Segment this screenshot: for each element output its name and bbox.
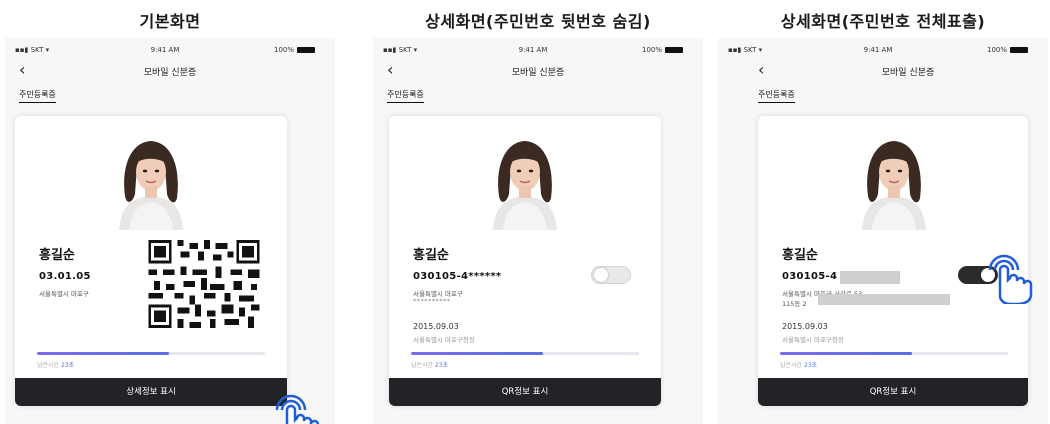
tap-hand-icon <box>275 394 320 424</box>
qr-code-icon <box>148 240 260 328</box>
show-qr-button[interactable]: QR정보 표시 <box>389 378 661 406</box>
card-address-line2: 115동 2 <box>782 300 807 308</box>
battery-icon: 100% <box>274 46 315 54</box>
status-time: 9:41 AM <box>518 46 548 54</box>
progress-fill <box>411 352 544 355</box>
tab-resident-card[interactable]: 주민등록증 <box>758 89 795 103</box>
panel-heading: 상세화면(주민번호 뒷번호 숨김) <box>425 12 651 31</box>
battery-icon: 100% <box>642 46 683 54</box>
time-progress-bar <box>780 352 1008 355</box>
id-photo <box>95 136 207 230</box>
panel-heading: 기본화면 <box>139 12 201 31</box>
panel-detail-full: 상세화면(주민번호 전체표출) ▪▪▮ SKT ▾ 9:41 AM 100% ‹… <box>718 0 1048 424</box>
progress-fill <box>780 352 913 355</box>
time-progress-bar <box>411 352 639 355</box>
redaction-block <box>818 294 950 305</box>
toggle-knob <box>594 268 608 282</box>
nav-title: 모바일 신분증 <box>511 68 565 78</box>
card-id-number: 030105-4****** <box>413 271 502 282</box>
phone-screen: ▪▪▮ SKT ▾ 9:41 AM 100% ‹ 모바일 신분증 주민등록증 홍… <box>373 38 703 424</box>
phone-screen: ▪▪▮ SKT ▾ 9:41 AM 100% ‹ 모바일 신분증 주민등록증 홍… <box>5 38 335 424</box>
card-issue-date: 2015.09.03 <box>413 322 459 331</box>
progress-fill <box>37 352 170 355</box>
status-bar: ▪▪▮ SKT ▾ 9:41 AM 100% <box>383 46 683 58</box>
tab-resident-card[interactable]: 주민등록증 <box>19 89 56 103</box>
card-address: 서울특별시 마포구 <box>39 290 89 298</box>
back-arrow-icon[interactable]: ‹ <box>758 60 764 79</box>
phone-screen: ▪▪▮ SKT ▾ 9:41 AM 100% ‹ 모바일 신분증 주민등록증 홍… <box>718 38 1048 424</box>
time-progress-bar <box>37 352 265 355</box>
id-reveal-toggle[interactable] <box>591 266 631 284</box>
card-issuer: 서울특별시 마포구청장 <box>413 336 475 344</box>
id-photo <box>469 136 581 230</box>
panel-heading: 상세화면(주민번호 전체표출) <box>780 12 986 31</box>
card-address-masked: ********** <box>413 297 451 305</box>
status-time: 9:41 AM <box>150 46 180 54</box>
remaining-time: 남은시간 23초 <box>411 362 449 369</box>
panel-detail-hidden: 상세화면(주민번호 뒷번호 숨김) ▪▪▮ SKT ▾ 9:41 AM 100%… <box>373 0 703 424</box>
tap-hand-icon <box>988 254 1033 304</box>
nav-bar: ‹ 모바일 신분증 <box>5 60 335 82</box>
id-card: 홍길순 030105-4****** 서울특별시 마포구 ********** … <box>389 116 661 406</box>
panel-basic: 기본화면 ▪▪▮ SKT ▾ 9:41 AM 100% ‹ 모바일 신분증 주민… <box>5 0 335 424</box>
card-name: 홍길순 <box>413 248 449 263</box>
status-time: 9:41 AM <box>863 46 893 54</box>
card-issuer: 서울특별시 마포구청장 <box>782 336 844 344</box>
show-qr-button[interactable]: QR정보 표시 <box>758 378 1028 406</box>
nav-title: 모바일 신분증 <box>143 68 197 78</box>
card-name: 홍길순 <box>39 248 75 263</box>
show-details-button[interactable]: 상세정보 표시 <box>15 378 287 406</box>
remaining-time: 남은시간 23초 <box>37 362 75 369</box>
nav-bar: ‹ 모바일 신분증 <box>373 60 703 82</box>
card-dob: 03.01.05 <box>39 271 91 282</box>
id-card: 홍길순 03.01.05 서울특별시 마포구 남은시간 23초 상세정보 표시 <box>15 116 287 406</box>
remaining-time: 남은시간 23초 <box>780 362 818 369</box>
tab-resident-card[interactable]: 주민등록증 <box>387 89 424 103</box>
id-photo <box>838 136 950 230</box>
status-bar: ▪▪▮ SKT ▾ 9:41 AM 100% <box>15 46 315 58</box>
battery-icon: 100% <box>987 46 1028 54</box>
redaction-block <box>840 271 900 284</box>
card-issue-date: 2015.09.03 <box>782 322 828 331</box>
nav-title: 모바일 신분증 <box>881 68 935 78</box>
card-id-number: 030105-4 <box>782 271 838 282</box>
status-bar: ▪▪▮ SKT ▾ 9:41 AM 100% <box>728 46 1028 58</box>
card-name: 홍길순 <box>782 248 818 263</box>
nav-bar: ‹ 모바일 신분증 <box>718 60 1048 82</box>
